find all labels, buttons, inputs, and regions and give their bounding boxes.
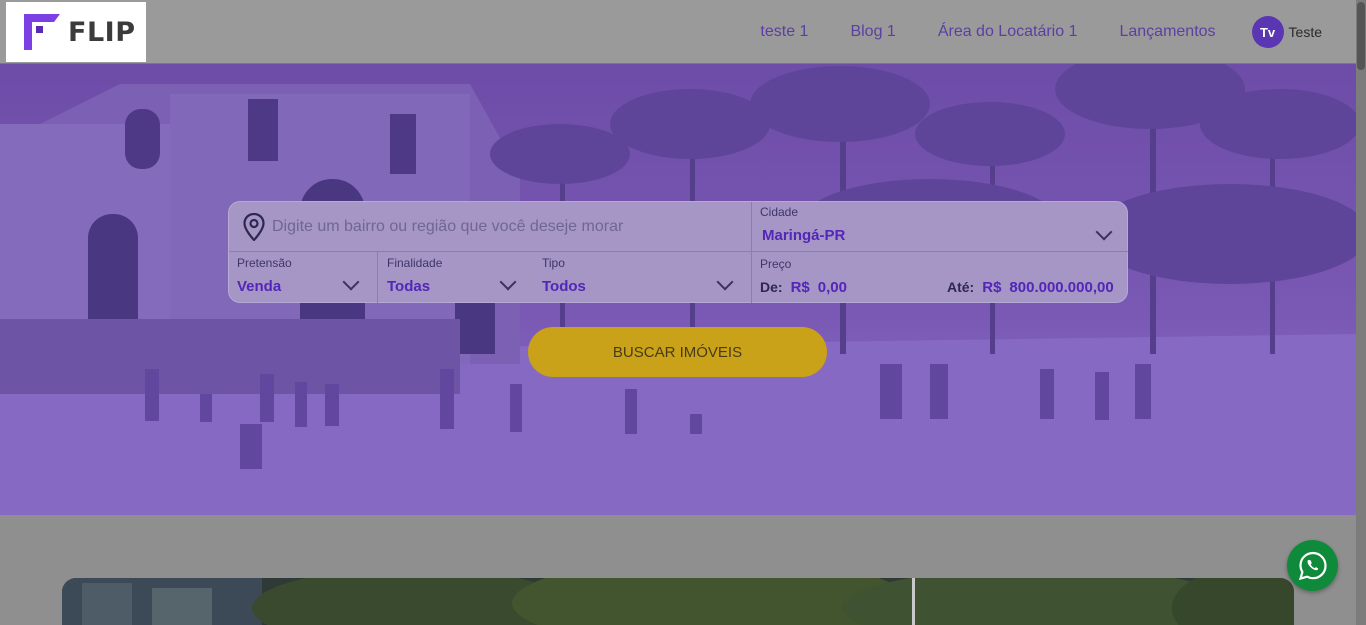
chevron-down-icon[interactable] bbox=[499, 273, 517, 291]
scrollbar[interactable] bbox=[1356, 0, 1366, 625]
pretensao-label: Pretensão bbox=[237, 256, 292, 270]
tipo-label: Tipo bbox=[542, 256, 565, 270]
price-from-input[interactable]: 0,00 bbox=[818, 279, 847, 296]
price-to-input[interactable]: 800.000.000,00 bbox=[1009, 279, 1113, 296]
location-pin-icon bbox=[243, 212, 265, 246]
price-from-field[interactable]: De: R$ 0,00 bbox=[760, 279, 847, 296]
search-button[interactable]: BUSCAR IMÓVEIS bbox=[528, 327, 827, 377]
logo[interactable]: FLIP bbox=[6, 2, 146, 62]
flip-logo-icon bbox=[24, 14, 60, 50]
tipo-select[interactable]: Todos bbox=[542, 278, 586, 295]
user-name[interactable]: Teste bbox=[1289, 24, 1322, 40]
avatar[interactable]: Tv bbox=[1251, 16, 1284, 48]
whatsapp-icon bbox=[1298, 551, 1327, 580]
location-search-input[interactable]: Digite um bairro ou região que você dese… bbox=[272, 218, 742, 236]
nav-link-area-locatario[interactable]: Área do Locatário 1 bbox=[938, 23, 1078, 41]
logo-text: FLIP bbox=[68, 16, 136, 48]
whatsapp-button[interactable] bbox=[1287, 540, 1338, 591]
de-label: De: bbox=[760, 279, 783, 295]
chevron-down-icon[interactable] bbox=[1095, 223, 1113, 241]
featured-image bbox=[62, 578, 1294, 625]
nav-link-teste[interactable]: teste 1 bbox=[760, 23, 808, 41]
ate-label: Até: bbox=[947, 279, 975, 295]
chevron-down-icon[interactable] bbox=[342, 273, 360, 291]
city-select[interactable]: Maringá-PR bbox=[762, 227, 845, 244]
scrollbar-thumb[interactable] bbox=[1357, 2, 1365, 70]
de-currency: R$ bbox=[790, 279, 810, 296]
site-header: FLIP teste 1 Blog 1 Área do Locatário 1 … bbox=[0, 0, 1356, 64]
ate-currency: R$ bbox=[982, 279, 1002, 296]
price-to-field[interactable]: Até: R$ 800.000.000,00 bbox=[947, 279, 1114, 296]
user-menu[interactable]: Tv Teste bbox=[1251, 16, 1322, 48]
nav-link-lancamentos[interactable]: Lançamentos bbox=[1119, 23, 1215, 41]
city-label: Cidade bbox=[760, 205, 799, 219]
featured-image-card[interactable] bbox=[62, 578, 1294, 625]
search-panel: Digite um bairro ou região que você dese… bbox=[228, 201, 1128, 303]
main-nav: teste 1 Blog 1 Área do Locatário 1 Lança… bbox=[760, 0, 1322, 64]
finalidade-label: Finalidade bbox=[387, 256, 443, 270]
preco-label: Preço bbox=[760, 257, 792, 271]
nav-link-blog[interactable]: Blog 1 bbox=[850, 23, 895, 41]
chevron-down-icon[interactable] bbox=[716, 273, 734, 291]
pretensao-select[interactable]: Venda bbox=[237, 278, 281, 295]
finalidade-select[interactable]: Todas bbox=[387, 278, 430, 295]
